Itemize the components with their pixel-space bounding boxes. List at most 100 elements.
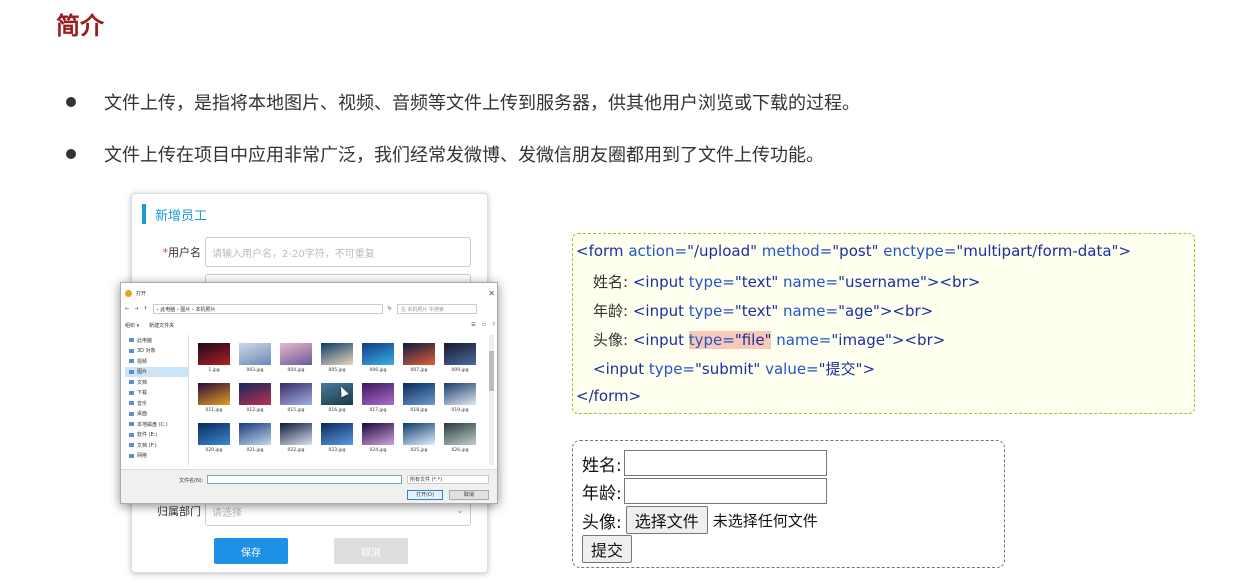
sidebar-item[interactable]: 视频 [125, 356, 188, 367]
age-input[interactable] [623, 478, 827, 504]
address-bar[interactable]: › 此电脑 › 图片 › 本机照片 [152, 304, 383, 314]
dept-label: 归属部门 [157, 505, 201, 518]
image-preview [362, 383, 394, 405]
sidebar-item[interactable]: 软件 (E:) [125, 430, 188, 441]
username-input[interactable]: 请输入用户名，2-20字符，不可重复 [205, 237, 471, 267]
file-thumbnail[interactable]: 011.jpg [197, 383, 231, 413]
sidebar-item[interactable]: 网络 [125, 451, 188, 462]
sidebar-item[interactable]: 音乐 [125, 398, 188, 409]
bullet-item: 文件上传，是指将本地图片、视频、音频等文件上传到服务器，供其他用户浏览或下载的过… [66, 89, 860, 115]
sidebar-item-label: 网络 [137, 453, 148, 460]
submit-button[interactable]: 提交 [582, 535, 633, 563]
file-thumbnail[interactable]: 019.jpg [443, 383, 477, 413]
chevron-down-icon: ⌄ [456, 506, 464, 516]
filename-label: 文件名(N): [179, 478, 204, 484]
save-button[interactable]: 保存 [214, 538, 288, 564]
sidebar-item[interactable]: 文档 [125, 377, 188, 388]
sidebar-item-label: 软件 (E:) [137, 432, 158, 439]
image-preview [321, 423, 353, 445]
card-header: 新增员工 [142, 204, 207, 224]
file-thumbnail[interactable]: 006.jpg [361, 343, 395, 373]
image-preview [198, 383, 230, 405]
file-thumbnail[interactable]: 1.jpg [197, 343, 231, 373]
file-thumbnail[interactable]: 007.jpg [402, 343, 436, 373]
file-thumbnail[interactable]: 005.jpg [320, 343, 354, 373]
sidebar-item-label: 下载 [137, 390, 148, 397]
image-preview [403, 383, 435, 405]
folder-icon [129, 453, 134, 458]
code-block: <form action="/upload" method="post" enc… [572, 233, 1195, 414]
sidebar-item[interactable]: 文档 (F:) [125, 440, 188, 451]
file-name: 015.jpg [287, 408, 305, 413]
image-preview [321, 343, 353, 365]
file-thumbnail[interactable]: 012.jpg [238, 383, 272, 413]
file-thumbnail[interactable]: 022.jpg [279, 423, 313, 453]
file-thumbnail[interactable]: 017.jpg [361, 383, 395, 413]
help-icon[interactable]: ? [492, 322, 495, 328]
file-thumbnail[interactable]: 020.jpg [197, 423, 231, 453]
file-name: 025.jpg [410, 448, 428, 453]
code-line: 姓名: <input type="text" name="username"><… [593, 273, 981, 291]
file-thumbnail[interactable]: 009.jpg [443, 343, 477, 373]
close-icon[interactable]: ✕ [488, 289, 495, 298]
card-title: 新增员工 [155, 208, 208, 224]
dialog-title: 打开 [136, 290, 147, 297]
file-thumbnail[interactable]: 026.jpg [443, 423, 477, 453]
new-folder-button[interactable]: 新建文件夹 [149, 322, 174, 329]
submit-row: 提交 [582, 535, 633, 563]
image-preview [444, 343, 476, 365]
back-icon[interactable]: ← [125, 306, 129, 312]
forward-icon[interactable]: → [134, 306, 138, 312]
choose-file-button[interactable]: 选择文件 [625, 506, 708, 534]
sidebar-item-label: 音乐 [137, 400, 148, 407]
dialog-nav-bar: ← → ↑ › 此电脑 › 图片 › 本机照片 ↻ 在 本机照片 中搜索 [125, 303, 495, 315]
age-row: 年龄: [582, 478, 827, 504]
sidebar-item[interactable]: 下载 [125, 388, 188, 399]
filename-input[interactable] [207, 475, 402, 484]
sidebar-item[interactable]: 此电脑 [125, 335, 188, 346]
dialog-cancel-button[interactable]: 取消 [449, 490, 489, 500]
page-title: 简介 [56, 12, 104, 40]
sidebar-item[interactable]: 桌面 [125, 409, 188, 420]
dialog-toolbar: 组织 ▾ 新建文件夹 ☰ ▭ ? [125, 320, 495, 330]
file-thumbnail[interactable]: 015.jpg [279, 383, 313, 413]
file-thumbnail[interactable]: 018.jpg [402, 383, 436, 413]
sidebar-item-label: 此电脑 [137, 337, 153, 344]
file-name: 026.jpg [451, 448, 469, 453]
file-name: 011.jpg [205, 408, 223, 413]
image-preview [444, 383, 476, 405]
refresh-icon[interactable]: ↻ [388, 306, 392, 312]
chrome-icon [125, 289, 132, 297]
open-button[interactable]: 打开(O) [407, 490, 443, 500]
folder-icon [129, 380, 134, 385]
file-thumbnail[interactable]: 024.jpg [361, 423, 395, 453]
bullet-item: 文件上传在项目中应用非常广泛，我们经常发微博、发微信朋友圈都用到了文件上传功能。 [66, 141, 824, 167]
search-input[interactable]: 在 本机照片 中搜索 [396, 304, 477, 314]
name-input[interactable] [623, 450, 827, 476]
filetype-select[interactable]: 所有文件 (*.*) [407, 475, 489, 484]
organize-button[interactable]: 组织 ▾ [125, 322, 139, 329]
sidebar-item[interactable]: 图片 [125, 366, 188, 377]
file-name: 021.jpg [246, 448, 264, 453]
image-preview [280, 423, 312, 445]
file-thumbnail[interactable]: 025.jpg [402, 423, 436, 453]
file-name: 018.jpg [410, 408, 428, 413]
name-row: 姓名: [582, 450, 827, 476]
file-thumbnail[interactable]: 023.jpg [320, 423, 354, 453]
image-preview [444, 423, 476, 445]
view-icon[interactable]: ☰ [471, 322, 475, 328]
sidebar-item[interactable]: 3D 对象 [125, 346, 188, 357]
file-thumbnail[interactable]: 003.jpg [238, 343, 272, 373]
pane-icon[interactable]: ▭ [482, 322, 487, 328]
scrollbar[interactable] [489, 335, 494, 465]
image-preview [239, 383, 271, 405]
up-icon[interactable]: ↑ [143, 306, 147, 312]
avatar-row: 头像: 选择文件 未选择任何文件 [582, 506, 818, 534]
file-thumbnail[interactable]: 021.jpg [238, 423, 272, 453]
cancel-button[interactable]: 取消 [334, 538, 408, 564]
image-preview [280, 343, 312, 365]
sidebar-item[interactable]: 本地磁盘 (C:) [125, 419, 188, 430]
file-grid: 1.jpg 003.jpg 004.jpg 005.jpg 006.jpg 007.jpg… [197, 343, 487, 453]
code-line: <input type="submit" value="提交"> [593, 360, 876, 378]
file-thumbnail[interactable]: 004.jpg [279, 343, 313, 373]
